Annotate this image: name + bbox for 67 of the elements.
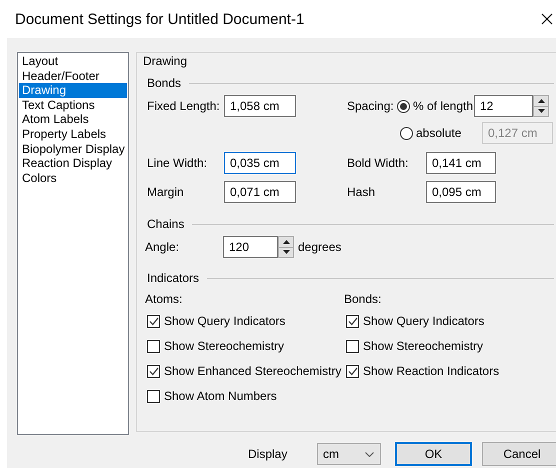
checkbox[interactable] bbox=[147, 364, 160, 378]
checkbox-label: Show Query Indicators bbox=[164, 314, 286, 328]
spin-down-button[interactable] bbox=[533, 106, 549, 117]
input-field[interactable]: 1,058 cm bbox=[224, 95, 296, 117]
field-label: Spacing: bbox=[347, 99, 395, 113]
dialog-button[interactable]: Cancel bbox=[482, 442, 556, 466]
down-arrow-icon bbox=[282, 250, 290, 254]
category-item[interactable]: Text Captions bbox=[19, 98, 127, 112]
category-item[interactable]: Biopolymer Display bbox=[19, 142, 127, 156]
unit-label: degrees bbox=[298, 240, 342, 254]
radio-label: absolute bbox=[416, 126, 462, 140]
category-item[interactable]: Colors bbox=[19, 170, 127, 186]
dialog-button[interactable]: OK bbox=[395, 442, 472, 466]
spin-down-button[interactable] bbox=[278, 248, 294, 258]
checkbox-label: Show Enhanced Stereochemistry bbox=[164, 364, 342, 378]
checkbox-label: Show Stereochemistry bbox=[363, 339, 484, 353]
section-heading: Chains bbox=[147, 217, 184, 231]
group-label: Bonds: bbox=[344, 291, 382, 307]
checkbox[interactable] bbox=[147, 314, 160, 328]
category-item[interactable]: Drawing bbox=[19, 83, 127, 98]
group-label: Atoms: bbox=[145, 291, 184, 307]
window-title: Document Settings for Untitled Document-1 bbox=[15, 10, 304, 28]
radio-label: % of length bbox=[413, 99, 474, 113]
checkmark-icon bbox=[348, 366, 358, 376]
close-icon[interactable] bbox=[541, 13, 553, 25]
input-field[interactable]: 12 bbox=[474, 95, 533, 117]
panel-title: Drawing bbox=[143, 53, 188, 69]
field-label: Margin bbox=[147, 185, 185, 199]
checkmark-icon bbox=[148, 366, 158, 376]
chevron-down-icon bbox=[365, 452, 374, 456]
input-field[interactable]: 0,141 cm bbox=[426, 152, 496, 174]
checkbox[interactable] bbox=[147, 340, 160, 352]
checkbox-label: Show Stereochemistry bbox=[164, 339, 284, 353]
field-label: Hash bbox=[347, 185, 376, 199]
up-arrow-icon bbox=[282, 240, 290, 244]
checkbox-label: Show Query Indicators bbox=[363, 314, 484, 328]
checkbox[interactable] bbox=[346, 314, 359, 328]
checkmark-icon bbox=[148, 316, 158, 326]
field-label: Angle: bbox=[145, 240, 180, 254]
display-label: Display bbox=[248, 447, 288, 461]
category-item[interactable]: Layout bbox=[19, 54, 127, 69]
input-field[interactable]: 0,095 cm bbox=[426, 181, 496, 203]
section-heading: Indicators bbox=[147, 271, 200, 285]
category-item[interactable]: Header/Footer bbox=[19, 68, 127, 84]
input-field[interactable]: 0,071 cm bbox=[224, 181, 296, 203]
radio-button[interactable] bbox=[397, 100, 410, 112]
checkmark-icon bbox=[348, 316, 358, 326]
spin-up-button[interactable] bbox=[278, 236, 294, 248]
checkbox[interactable] bbox=[346, 340, 359, 352]
checkbox[interactable] bbox=[346, 364, 359, 378]
category-item[interactable]: Reaction Display bbox=[19, 156, 127, 171]
category-item[interactable]: Property Labels bbox=[19, 126, 127, 142]
up-arrow-icon bbox=[538, 98, 544, 103]
spin-up-button[interactable] bbox=[533, 95, 549, 106]
down-arrow-icon bbox=[538, 109, 544, 114]
units-dropdown[interactable]: cm bbox=[317, 443, 381, 465]
checkbox-label: Show Atom Numbers bbox=[164, 389, 277, 403]
field-label: Bold Width: bbox=[347, 156, 410, 170]
field-label: Fixed Length: bbox=[147, 99, 221, 113]
input-field[interactable]: 120 bbox=[223, 236, 278, 258]
checkbox-label: Show Reaction Indicators bbox=[363, 364, 500, 378]
checkbox[interactable] bbox=[147, 390, 160, 402]
radio-button[interactable] bbox=[400, 126, 413, 140]
input-field[interactable]: 0,035 cm bbox=[224, 152, 296, 174]
field-label: Line Width: bbox=[147, 156, 208, 170]
category-item[interactable]: Atom Labels bbox=[19, 112, 127, 127]
section-heading: Bonds bbox=[147, 76, 182, 90]
